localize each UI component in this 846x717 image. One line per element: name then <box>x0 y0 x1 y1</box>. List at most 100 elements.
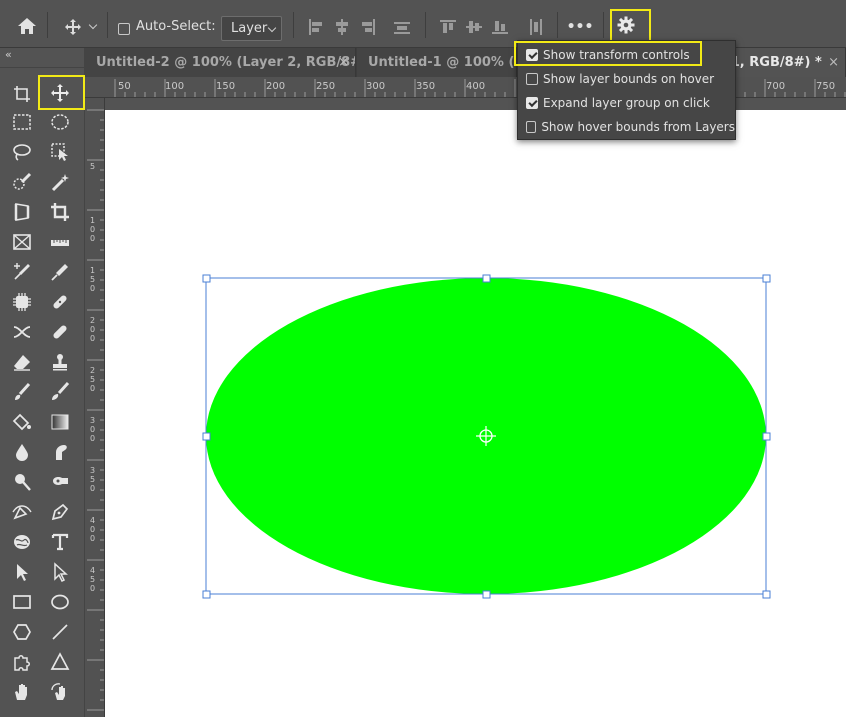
ruler-label: 2 5 0 <box>90 366 96 393</box>
path-selection-tool[interactable] <box>7 558 37 586</box>
eyedropper-tool[interactable] <box>45 258 75 286</box>
align-vertical-centers-button[interactable] <box>463 16 485 38</box>
healing-brush-tool[interactable] <box>45 318 75 346</box>
ruler-icon <box>51 240 69 246</box>
blur-tool[interactable] <box>7 438 37 466</box>
crop-icon <box>51 203 69 221</box>
auto-select-checkbox[interactable] <box>117 22 131 36</box>
quick-select-icon <box>13 172 32 190</box>
rectangular-marquee-tool[interactable] <box>7 108 37 136</box>
paint-bucket-icon <box>12 413 31 431</box>
burn-icon <box>53 477 68 485</box>
ellipse-tool[interactable] <box>45 588 75 616</box>
rotate-view-tool[interactable] <box>45 678 75 706</box>
menu-item-show-layer-bounds-on-hover[interactable]: Show layer bounds on hover <box>518 68 735 90</box>
marquee-rect-icon <box>13 114 31 130</box>
tab-untitled-1[interactable]: Untitled-1 @ 100% (RGB <box>357 48 517 77</box>
artboard-icon <box>14 86 30 102</box>
eraser-tool[interactable] <box>7 348 37 376</box>
stamp-icon <box>53 354 67 371</box>
polygon-tool[interactable] <box>7 618 37 646</box>
more-options-button[interactable]: ••• <box>565 16 595 38</box>
object-selection-tool[interactable] <box>45 138 75 166</box>
auto-select-target-dropdown[interactable]: Layer <box>221 16 282 41</box>
align-horizontal-centers-button[interactable] <box>331 16 353 38</box>
checkbox[interactable] <box>526 97 538 109</box>
gradient-tool[interactable] <box>45 408 75 436</box>
rectangle-icon <box>13 595 31 609</box>
curvature-pen-tool[interactable] <box>7 498 37 526</box>
transform-handle[interactable] <box>202 432 211 441</box>
align-top-button[interactable] <box>437 16 459 38</box>
chip-icon <box>13 293 31 311</box>
ellipse-icon <box>51 594 69 610</box>
vertical-ruler: 5 1 0 0 1 5 0 2 0 0 2 5 0 3 0 0 3 5 0 4 … <box>85 98 105 717</box>
line-tool[interactable] <box>45 618 75 646</box>
paint-bucket-tool[interactable] <box>7 408 37 436</box>
menu-item-label: Expand layer group on click <box>543 96 710 110</box>
menu-item-expand-layer-group-on-click[interactable]: Expand layer group on click <box>518 92 735 114</box>
ruler-tool[interactable] <box>45 228 75 256</box>
direct-select-icon <box>54 562 68 582</box>
align-right-button[interactable] <box>357 16 379 38</box>
close-icon[interactable]: × <box>828 48 839 77</box>
line-icon <box>52 624 68 640</box>
align-bottom-button[interactable] <box>489 16 511 38</box>
auto-select-label: Auto-Select: <box>136 19 216 34</box>
dropdown-value: Layer <box>231 21 268 36</box>
triangle-tool[interactable] <box>45 648 75 676</box>
quick-selection-tool[interactable] <box>7 168 37 196</box>
perspective-crop-tool[interactable] <box>7 198 37 226</box>
brain-tool[interactable] <box>7 528 37 556</box>
transform-handle[interactable] <box>482 590 491 599</box>
chevron-down-icon <box>267 23 277 33</box>
home-button[interactable] <box>14 14 40 38</box>
frame-icon <box>13 234 31 250</box>
patch-tool[interactable] <box>7 318 37 346</box>
rectangle-tool[interactable] <box>7 588 37 616</box>
photoshop-window: Auto-Select: Layer ••• « Untitled-2 @ 10… <box>0 0 846 717</box>
checkbox[interactable] <box>526 121 537 133</box>
lasso-tool[interactable] <box>7 138 37 166</box>
distribute-button[interactable] <box>391 16 413 38</box>
align-left-button[interactable] <box>305 16 327 38</box>
smudge-tool[interactable] <box>45 438 75 466</box>
distribute-vertical-button[interactable] <box>524 16 546 38</box>
path-select-icon <box>17 564 28 581</box>
more-icon: ••• <box>566 19 594 35</box>
crop-tool[interactable] <box>45 198 75 226</box>
document-canvas[interactable] <box>105 110 846 717</box>
ruler-label: 400 <box>466 81 486 92</box>
checkbox[interactable] <box>526 73 538 85</box>
burn-tool[interactable] <box>45 468 75 496</box>
custom-shape-tool[interactable] <box>7 648 37 676</box>
transform-handle[interactable] <box>762 432 771 441</box>
history-brush-tool[interactable] <box>7 378 37 406</box>
menu-item-show-hover-bounds-from-layers[interactable]: Show hover bounds from Layers <box>518 116 735 138</box>
move-tool-preset-button[interactable] <box>58 15 102 39</box>
spot-healing-tool[interactable] <box>45 288 75 316</box>
transform-handle[interactable] <box>202 274 211 283</box>
transform-handle[interactable] <box>762 590 771 599</box>
clone-stamp-tool[interactable] <box>45 348 75 376</box>
magic-wand-tool[interactable] <box>45 168 75 196</box>
transform-handle[interactable] <box>202 590 211 599</box>
settings-highlight <box>610 9 651 42</box>
content-aware-tool[interactable] <box>7 288 37 316</box>
color-sampler-tool[interactable] <box>7 258 37 286</box>
close-icon[interactable]: × <box>338 48 349 77</box>
pen-tool[interactable] <box>45 498 75 526</box>
artboard-tool[interactable] <box>7 80 37 108</box>
ruler-label: 4 0 0 <box>90 516 96 543</box>
tab-untitled-2[interactable]: Untitled-2 @ 100% (Layer 2, RGB/8#) * × <box>85 48 356 77</box>
transform-handle[interactable] <box>762 274 771 283</box>
elliptical-marquee-tool[interactable] <box>45 108 75 136</box>
transform-handle[interactable] <box>482 274 491 283</box>
direct-selection-tool[interactable] <box>45 558 75 586</box>
ruler-label: 300 <box>366 81 386 92</box>
dodge-tool[interactable] <box>7 468 37 496</box>
hand-tool[interactable] <box>7 678 37 706</box>
frame-tool[interactable] <box>7 228 37 256</box>
brush-tool[interactable] <box>45 378 75 406</box>
type-tool[interactable] <box>45 528 75 556</box>
